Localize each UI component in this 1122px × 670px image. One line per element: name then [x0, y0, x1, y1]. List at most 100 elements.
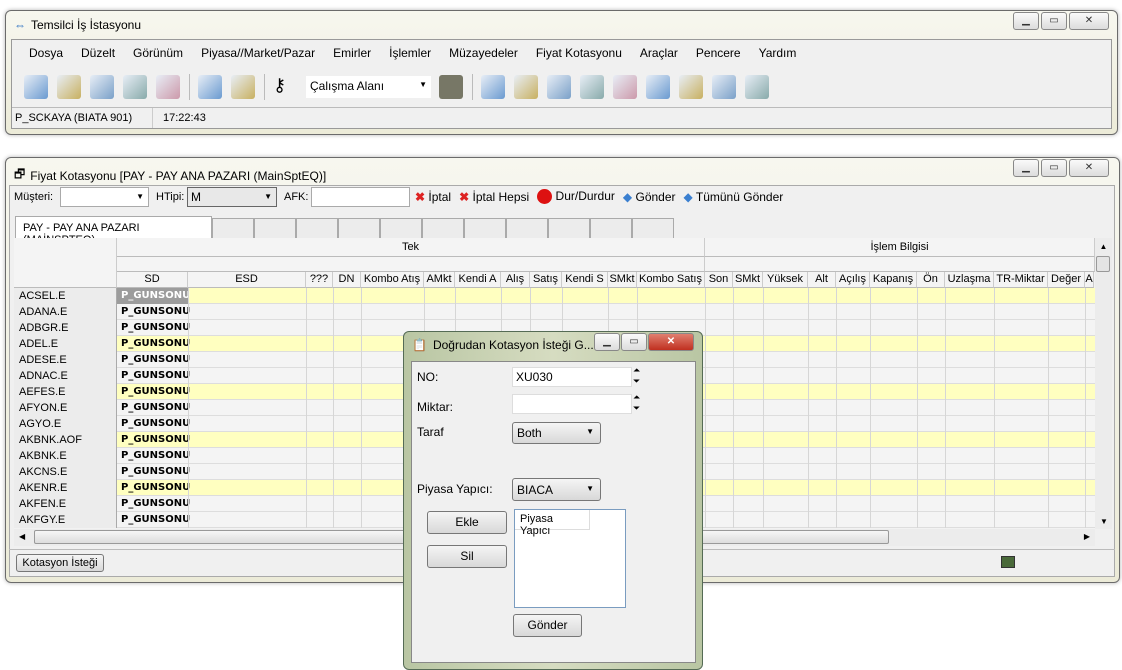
menu-item[interactable]: Araçlar [640, 46, 678, 60]
column-header[interactable]: Yüksek [763, 272, 808, 288]
column-header[interactable]: ??? [306, 272, 333, 288]
tab-empty[interactable] [380, 218, 422, 238]
column-header[interactable]: Alt [808, 272, 836, 288]
menu-item[interactable]: Yardım [759, 46, 797, 60]
column-header[interactable]: SD [117, 272, 188, 288]
menu-item[interactable]: Fiyat Kotasyonu [536, 46, 622, 60]
column-header[interactable]: TR-Miktar [994, 272, 1048, 288]
customer-select[interactable]: ▼ [60, 187, 149, 207]
quote-request-button[interactable]: Kotasyon İsteği [16, 554, 104, 572]
column-header[interactable]: Kapanış [870, 272, 917, 288]
menu-item[interactable]: Piyasa//Market/Pazar [201, 46, 315, 60]
menu-item[interactable]: Dosya [29, 46, 63, 60]
maximize-button[interactable]: ▭ [621, 333, 647, 351]
menu-item[interactable]: Görünüm [133, 46, 183, 60]
column-header[interactable]: Uzlaşma [945, 272, 994, 288]
miktar-input[interactable] [512, 394, 632, 414]
send-button[interactable]: Gönder [513, 614, 582, 637]
column-header[interactable]: SMkt [608, 272, 637, 288]
tab-empty[interactable] [632, 218, 674, 238]
menu-item[interactable]: Emirler [333, 46, 371, 60]
book-icon[interactable] [679, 75, 703, 99]
tab-empty[interactable] [254, 218, 296, 238]
send-action[interactable]: ◆ Gönder [623, 190, 676, 204]
column-header[interactable]: Alış [501, 272, 530, 288]
cancel-all-action[interactable]: ✖ İptal Hepsi [459, 190, 529, 204]
tab-empty[interactable] [338, 218, 380, 238]
no-spinner[interactable]: ⏶ ⏷ [633, 365, 640, 387]
menu-item[interactable]: Düzelt [81, 46, 115, 60]
download-icon[interactable] [90, 75, 114, 99]
tab-main[interactable]: PAY - PAY ANA PAZARI (MAİNSPTEQ) [15, 216, 212, 246]
tab-empty[interactable] [296, 218, 338, 238]
new-window-icon[interactable] [156, 75, 180, 99]
column-header[interactable]: DN [333, 272, 361, 288]
column-header[interactable]: Kendi A [455, 272, 501, 288]
document-arrow-icon[interactable] [123, 75, 147, 99]
layout-icon[interactable] [231, 75, 255, 99]
column-header[interactable]: Kombo Satış [637, 272, 705, 288]
scroll-thumb[interactable] [1096, 256, 1110, 272]
close-button[interactable]: ✕ [1069, 12, 1109, 30]
scroll-down-icon[interactable]: ▼ [1100, 517, 1108, 526]
afk-input[interactable] [311, 187, 410, 207]
table-row[interactable]: ADANA.E P_GUNSONU [14, 304, 1095, 320]
send-all-action[interactable]: ◆ Tümünü Gönder [684, 190, 784, 204]
minimize-button[interactable]: ▁ [1013, 159, 1039, 177]
scroll-left-icon[interactable]: ◀ [19, 532, 25, 541]
menu-item[interactable]: Pencere [696, 46, 741, 60]
add-doc-icon[interactable] [580, 75, 604, 99]
no-input[interactable]: XU030 [512, 367, 632, 387]
market-maker-list[interactable]: Piyasa Yapıcı [514, 509, 626, 608]
column-header[interactable]: Kombo Atış [361, 272, 424, 288]
info-icon[interactable] [57, 75, 81, 99]
column-header[interactable]: Ön [917, 272, 945, 288]
column-header[interactable]: AMkt [424, 272, 455, 288]
py-select[interactable]: BIACA ▼ [512, 478, 601, 501]
add-window-icon[interactable] [198, 75, 222, 99]
tab-empty[interactable] [422, 218, 464, 238]
minimize-button[interactable]: ▁ [1013, 12, 1039, 30]
tab-empty[interactable] [548, 218, 590, 238]
minimize-button[interactable]: ▁ [594, 333, 620, 351]
tab-empty[interactable] [506, 218, 548, 238]
menu-item[interactable]: Müzayedeler [449, 46, 518, 60]
cancel-action[interactable]: ✖ İptal [415, 190, 451, 204]
maximize-button[interactable]: ▭ [1041, 12, 1067, 30]
column-header[interactable]: Açılış [836, 272, 870, 288]
add-button[interactable]: Ekle [427, 511, 507, 534]
column-header[interactable]: Son [705, 272, 733, 288]
menu-item[interactable]: İşlemler [389, 46, 431, 60]
close-button[interactable]: ✕ [1069, 159, 1109, 177]
clock-icon[interactable] [712, 75, 736, 99]
column-header[interactable]: Satış [530, 272, 562, 288]
vertical-scrollbar[interactable]: ▲ ▼ [1095, 238, 1112, 529]
key-icon[interactable]: ⚷ [273, 75, 297, 99]
remove-button[interactable]: Sil [427, 545, 507, 568]
table-row[interactable]: ACSEL.E P_GUNSONU [14, 288, 1095, 304]
doc-info-icon[interactable] [745, 75, 769, 99]
heart-icon[interactable] [514, 75, 538, 99]
search-icon[interactable] [24, 75, 48, 99]
tab-empty[interactable] [464, 218, 506, 238]
users-icon[interactable] [547, 75, 571, 99]
column-header[interactable]: ESD [188, 272, 306, 288]
workspace-select[interactable]: Çalışma Alanı ▼ [306, 76, 431, 98]
column-header[interactable]: SMkt [733, 272, 763, 288]
tab-empty[interactable] [212, 218, 254, 238]
scroll-up-icon[interactable]: ▲ [1095, 242, 1112, 251]
stop-action[interactable]: Dur/Durdur [537, 189, 615, 205]
column-header[interactable]: Değer [1048, 272, 1085, 288]
maximize-button[interactable]: ▭ [1041, 159, 1067, 177]
delete-doc-icon[interactable] [646, 75, 670, 99]
taraf-select[interactable]: Both ▼ [512, 422, 601, 444]
miktar-spinner[interactable]: ⏶ ⏷ [633, 392, 640, 414]
close-button[interactable]: ✕ [648, 333, 694, 351]
chat-icon[interactable] [481, 75, 505, 99]
column-header[interactable]: A [1085, 272, 1094, 288]
htipi-select[interactable]: M ▼ [187, 187, 277, 207]
tab-empty[interactable] [590, 218, 632, 238]
column-header[interactable]: Kendi S [562, 272, 608, 288]
star-doc-icon[interactable] [613, 75, 637, 99]
save-icon[interactable] [439, 75, 463, 99]
